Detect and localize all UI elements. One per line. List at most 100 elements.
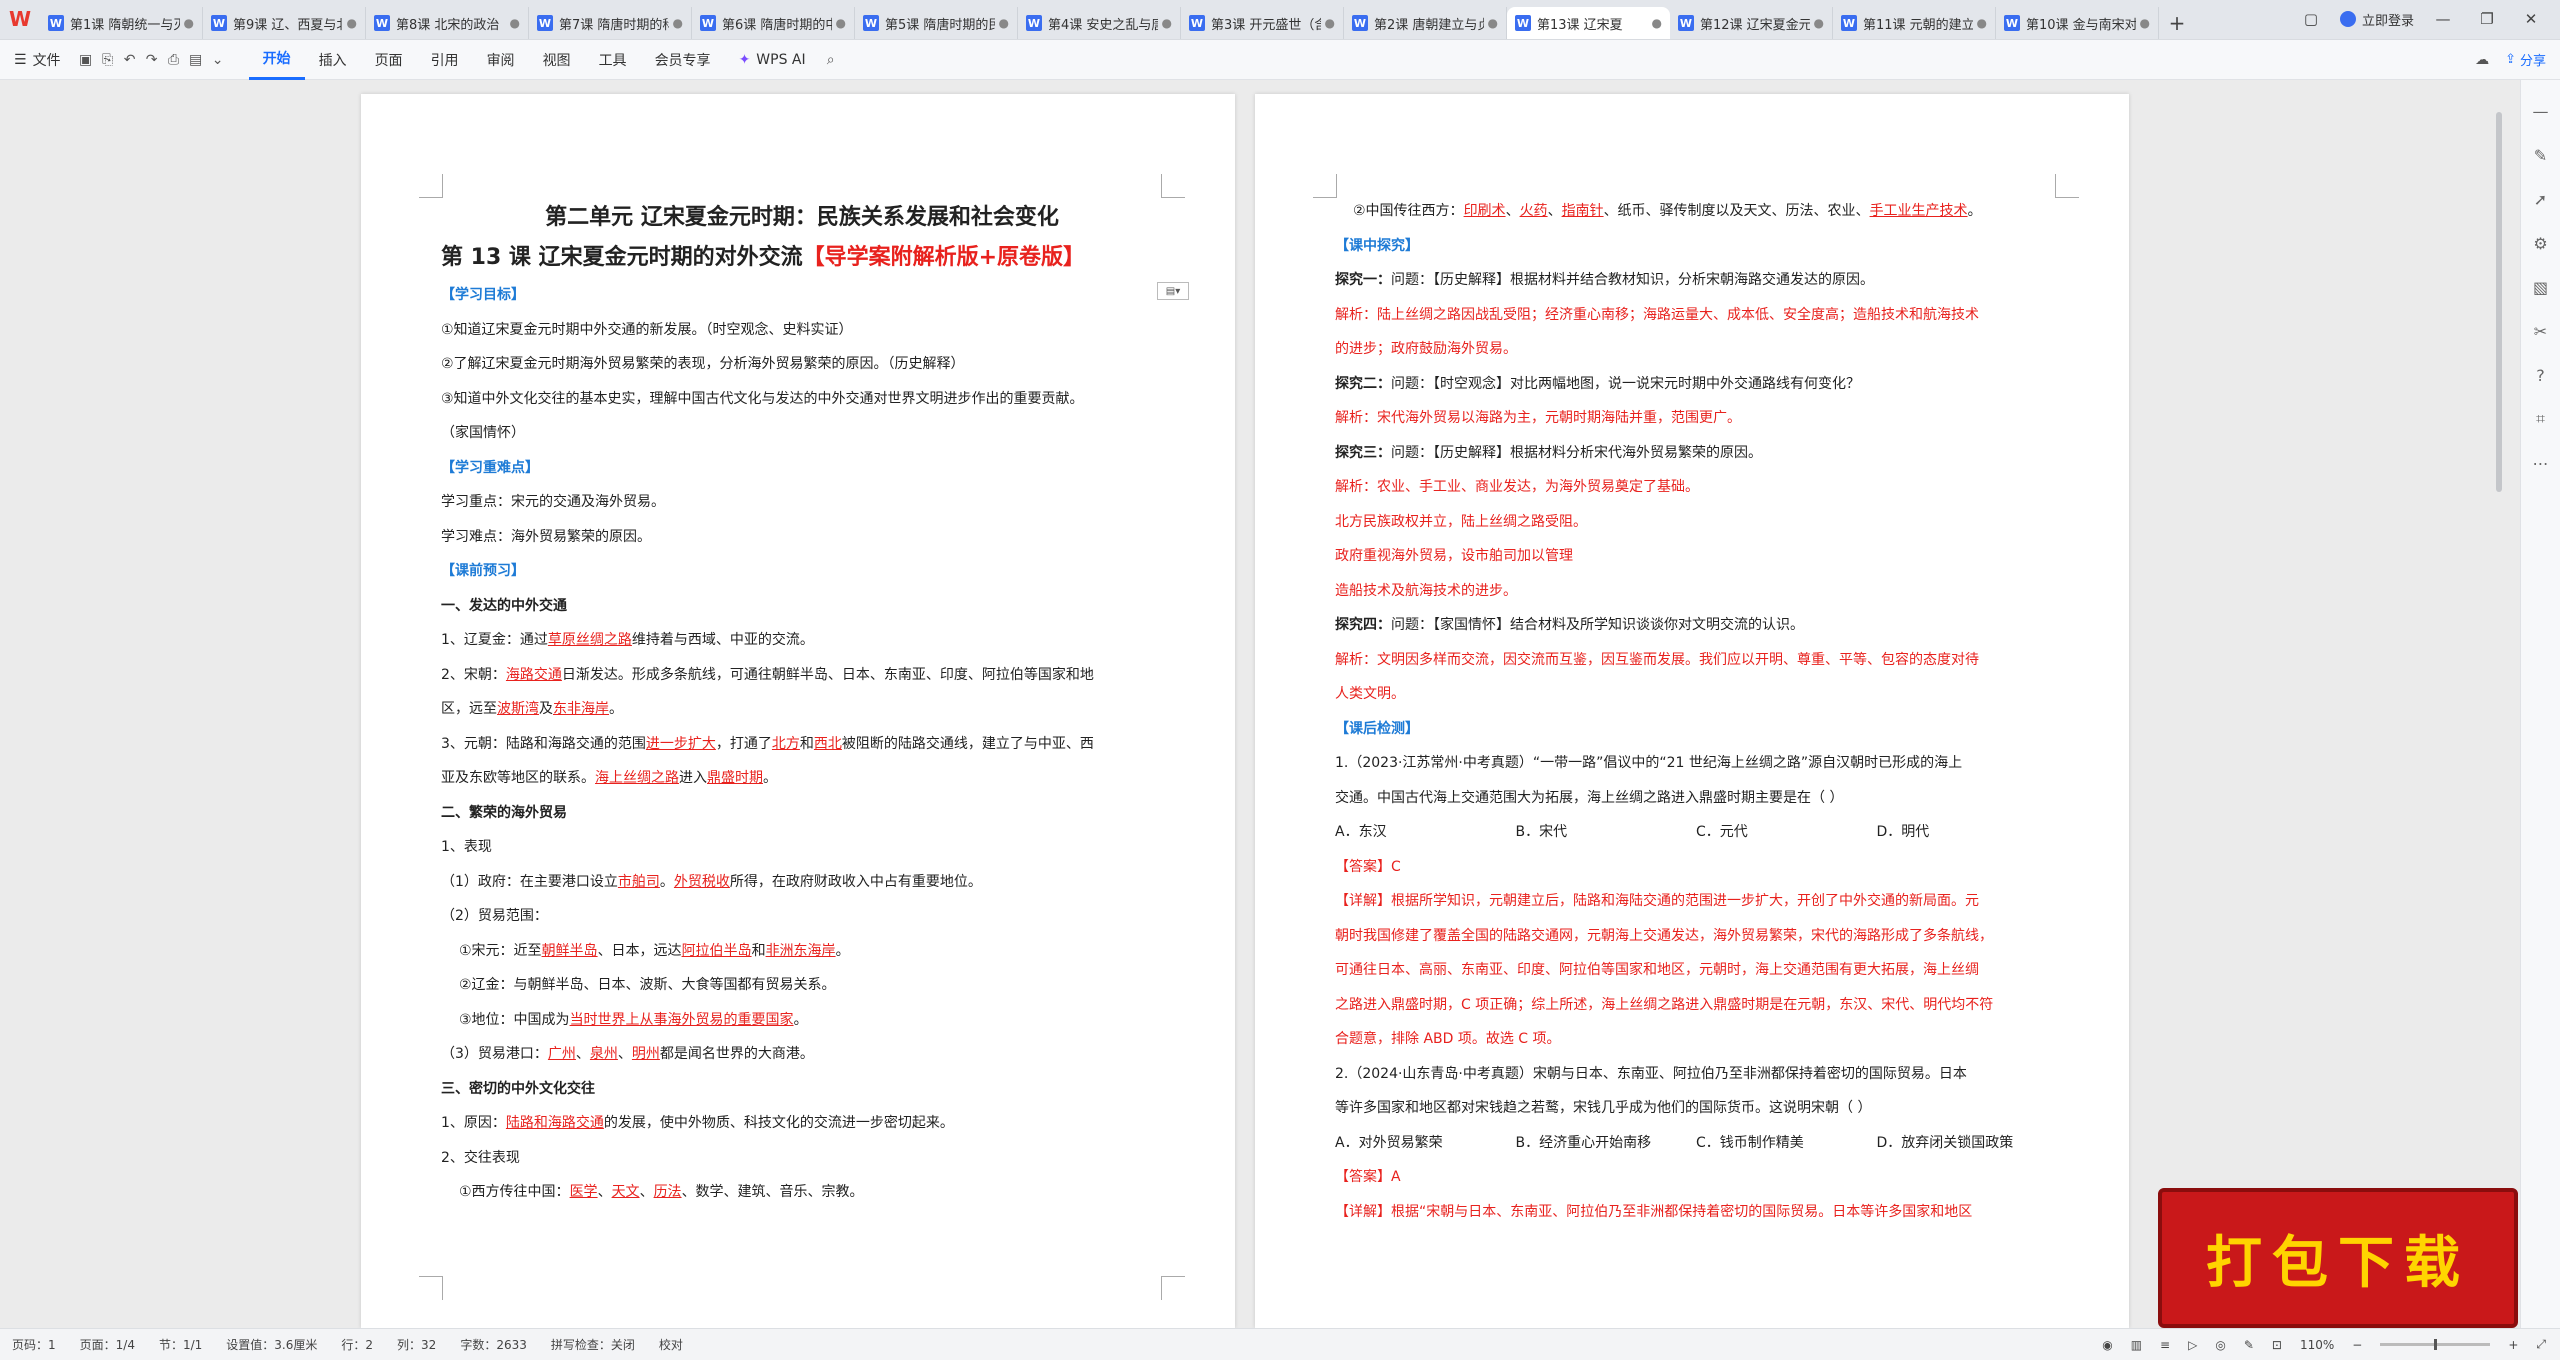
file-menu[interactable]: ☰ 文件 <box>0 50 75 70</box>
zoom-level[interactable]: 110% <box>2300 1338 2334 1352</box>
question: 探究一：问题：【历史解释】根据材料并结合教材知识，分析宋朝海路交通发达的原因。 <box>1335 272 1874 288</box>
document-tab[interactable]: W 第12课 辽宋夏金元 ● <box>1670 7 1833 39</box>
paste-options-icon[interactable]: ▤▾ <box>1157 282 1189 300</box>
document-tab[interactable]: W 第8课 北宋的政治 ● <box>366 7 529 39</box>
tab-close-icon[interactable]: ● <box>1488 16 1498 30</box>
page-2-content[interactable]: ②中国传往西方：印刷术、火药、指南针、纸币、驿传制度以及天文、历法、农业、手工业… <box>1335 194 2057 1229</box>
answer-blank: 广州 <box>547 1046 576 1062</box>
cloud-sync-icon[interactable]: ☁ <box>2471 49 2493 71</box>
tab-close-icon[interactable]: ● <box>347 16 357 30</box>
close-icon[interactable]: ✕ <box>2516 10 2546 28</box>
image-icon[interactable]: ▧ <box>2530 276 2552 298</box>
collapse-icon[interactable]: — <box>2530 100 2552 122</box>
menu-tab[interactable]: 引用 <box>417 40 473 80</box>
status-row: 行：2 <box>341 1338 374 1352</box>
menu-tab[interactable]: 页面 <box>361 40 417 80</box>
tab-close-icon[interactable]: ● <box>1814 16 1824 30</box>
menu-tab[interactable]: 工具 <box>585 40 641 80</box>
document-tab[interactable]: W 第2课 唐朝建立与贞观 ● <box>1344 7 1507 39</box>
wps-ai-button[interactable]: ✦ WPS AI <box>725 52 820 68</box>
more-dropdown-icon[interactable]: ⌄ <box>207 49 229 71</box>
document-tab[interactable]: W 第7课 隋唐时期的科技 ● <box>529 7 692 39</box>
edit-mode-icon[interactable]: ✎ <box>2244 1338 2254 1352</box>
zoom-slider-knob[interactable] <box>2434 1339 2438 1350</box>
document-page-2[interactable]: ②中国传往西方：印刷术、火药、指南针、纸币、驿传制度以及天文、历法、农业、手工业… <box>1255 94 2129 1328</box>
download-banner[interactable]: 打包下载 <box>2158 1188 2518 1328</box>
tab-close-icon[interactable]: ● <box>1162 16 1172 30</box>
tab-close-icon[interactable]: ● <box>510 16 520 30</box>
page-view-icon[interactable]: ▥ <box>2131 1338 2142 1352</box>
status-proof[interactable]: 校对 <box>647 1336 695 1353</box>
tab-label: 第9课 辽、西夏与北宋 <box>233 17 343 33</box>
fit-icon[interactable]: ⊡ <box>2272 1338 2282 1352</box>
globe-icon[interactable]: ◎ <box>2215 1338 2225 1352</box>
document-tab[interactable]: W 第13课 辽宋夏 ● <box>1507 7 1670 39</box>
login-button[interactable]: 立即登录 <box>2339 10 2414 29</box>
tab-close-icon[interactable]: ● <box>673 16 683 30</box>
status-pages[interactable]: 页面：1/4 <box>68 1336 147 1353</box>
document-tab[interactable]: W 第3课 开元盛世（含 ● <box>1181 7 1344 39</box>
print-icon[interactable]: ⎙ <box>163 49 185 71</box>
help-icon[interactable]: ? <box>2530 364 2552 386</box>
eye-icon[interactable]: ◉ <box>2102 1338 2112 1352</box>
pen-icon[interactable]: ✎ <box>2530 144 2552 166</box>
section-heading: 【课后检测】 <box>1335 720 1419 737</box>
select-icon[interactable]: ➚ <box>2530 188 2552 210</box>
play-icon[interactable]: ▷ <box>2188 1338 2197 1352</box>
document-page-1[interactable]: 第二单元 辽宋夏金元时期：民族关系发展和社会变化 第 13 课 辽宋夏金元时期的… <box>361 94 1235 1328</box>
tab-close-icon[interactable]: ● <box>999 16 1009 30</box>
zoom-slider[interactable] <box>2380 1339 2491 1350</box>
menu-tab[interactable]: 插入 <box>305 40 361 80</box>
crop-icon[interactable]: ⌗ <box>2530 408 2552 430</box>
tab-close-icon[interactable]: ● <box>1977 16 1987 30</box>
restore-icon[interactable]: ❐ <box>2472 10 2502 28</box>
more-icon[interactable]: ⋯ <box>2530 452 2552 474</box>
answer-blank: 当时世界上从事海外贸易的重要国家 <box>569 1011 794 1028</box>
page-1-content[interactable]: 第二单元 辽宋夏金元时期：民族关系发展和社会变化 第 13 课 辽宋夏金元时期的… <box>441 198 1163 1210</box>
status-col: 列：32 <box>397 1338 437 1352</box>
share-button[interactable]: ⇪ 分享 <box>2505 50 2546 69</box>
menu-tab[interactable]: 开始 <box>248 40 305 80</box>
menu-tab[interactable]: 审阅 <box>473 40 529 80</box>
tab-close-icon[interactable]: ● <box>1652 16 1662 30</box>
document-tab[interactable]: W 第6课 隋唐时期的中外 ● <box>692 7 855 39</box>
document-tab[interactable]: W 第5课 隋唐时期的民族 ● <box>855 7 1018 39</box>
tab-close-icon[interactable]: ● <box>184 16 194 30</box>
minimize-icon[interactable]: — <box>2428 10 2458 28</box>
undo-icon[interactable]: ↶ <box>119 49 141 71</box>
share-label: 分享 <box>2519 54 2546 69</box>
tab-close-icon[interactable]: ● <box>836 16 846 30</box>
document-tab[interactable]: W 第11课 元朝的建立 ● <box>1833 7 1996 39</box>
menu-tab[interactable]: 会员专享 <box>641 40 725 80</box>
zoom-out-icon[interactable]: − <box>2352 1338 2362 1352</box>
preview-icon[interactable]: ▤ <box>185 49 207 71</box>
window-layout-icon[interactable]: ▢ <box>2296 10 2326 28</box>
status-spell[interactable]: 拼写检查：关闭 <box>539 1336 647 1353</box>
search-icon[interactable]: ⌕ <box>820 49 842 71</box>
tab-close-icon[interactable]: ● <box>2140 16 2150 30</box>
vertical-scrollbar[interactable] <box>2492 86 2506 1322</box>
adjust-icon[interactable]: ⚙ <box>2530 232 2552 254</box>
document-tab[interactable]: W 第1课 隋朝统一与灭亡 ● <box>40 7 203 39</box>
document-tab[interactable]: W 第9课 辽、西夏与北宋 ● <box>203 7 366 39</box>
scroll-thumb[interactable] <box>2496 112 2502 492</box>
tab-label: 第13课 辽宋夏 <box>1537 17 1623 33</box>
menu-tab[interactable]: 视图 <box>529 40 585 80</box>
analysis: 解析：陆上丝绸之路因战乱受阻；经济重心南移；海路运量大、成本低、安全度高；造船技… <box>1335 306 1979 323</box>
section-heading: 【课前预习】 <box>441 563 525 579</box>
new-tab-button[interactable]: + <box>2159 7 2195 39</box>
wps-logo-icon[interactable]: W <box>0 0 40 39</box>
document-tab[interactable]: W 第10课 金与南宋对 ● <box>1996 7 2159 39</box>
document-tab[interactable]: W 第4课 安史之乱与唐朝 ● <box>1018 7 1181 39</box>
fullscreen-icon[interactable]: ⤢ <box>2536 1337 2546 1352</box>
tools-icon[interactable]: ✂ <box>2530 320 2552 342</box>
paragraph: 3、元朝：陆路和海路交通的范围进一步扩大，打通了北方和西北被阻断的陆路交通线，建… <box>441 735 1094 752</box>
status-words[interactable]: 字数：2633 <box>448 1336 539 1353</box>
save-icon[interactable]: ▣ <box>75 49 97 71</box>
document-canvas[interactable]: ⋮⋮ 第二单元 辽宋夏金元时期：民族关系发展和社会变化 第 13 课 辽宋夏金元… <box>0 80 2520 1328</box>
redo-icon[interactable]: ↷ <box>141 49 163 71</box>
export-icon[interactable]: ⎘ <box>97 49 119 71</box>
zoom-in-icon[interactable]: + <box>2508 1338 2518 1352</box>
tab-close-icon[interactable]: ● <box>1325 16 1335 30</box>
web-view-icon[interactable]: ≡ <box>2160 1338 2170 1352</box>
